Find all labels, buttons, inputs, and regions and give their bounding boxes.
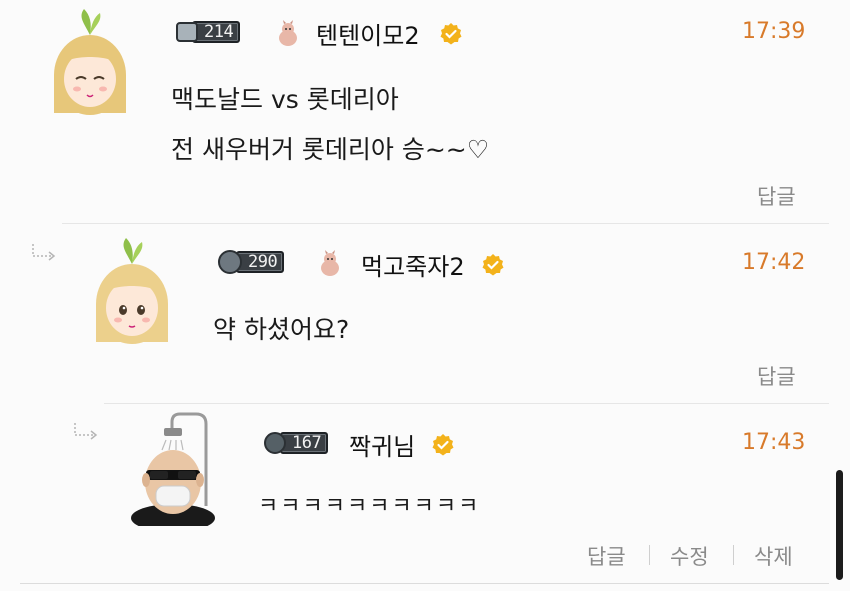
reply-arrow-icon <box>74 423 98 440</box>
reply-button[interactable]: 답글 <box>757 181 796 211</box>
action-separator <box>733 545 734 565</box>
divider <box>62 223 829 224</box>
comment-text-line: ㅋㅋㅋㅋㅋㅋㅋㅋㅋㅋ <box>258 494 481 519</box>
level-badge-icon: 167 <box>264 430 329 456</box>
avatar-shower-man[interactable] <box>128 410 218 526</box>
nickname[interactable]: 텐텐이모2 <box>316 16 420 51</box>
verified-badge-icon <box>432 434 454 456</box>
scrollbar[interactable] <box>836 470 843 580</box>
action-separator <box>649 545 650 565</box>
level-number: 214 <box>204 22 234 42</box>
level-badge-icon: 214 <box>176 19 241 45</box>
level-number: 290 <box>248 252 278 272</box>
comment-text-line: 약 하셨어요? <box>213 315 350 344</box>
divider <box>104 403 829 404</box>
pet-icon <box>279 20 297 46</box>
comment-text-line: 맥도날드 vs 롯데리아 <box>171 85 399 114</box>
avatar-sprout-girl[interactable] <box>92 234 172 346</box>
reply-arrow-icon <box>32 244 56 261</box>
comment-text-line: 전 새우버거 롯데리아 승~~♡ <box>171 135 490 164</box>
level-number: 167 <box>292 433 322 453</box>
verified-badge-icon <box>440 23 462 45</box>
comment-time: 17:39 <box>742 19 806 44</box>
nickname[interactable]: 짝귀님 <box>349 427 415 462</box>
delete-button[interactable]: 삭제 <box>754 541 793 571</box>
comment-time: 17:42 <box>742 250 806 275</box>
pet-icon <box>321 250 339 276</box>
divider <box>20 583 829 584</box>
reply-button[interactable]: 답글 <box>587 541 626 571</box>
edit-button[interactable]: 수정 <box>670 541 709 571</box>
nickname[interactable]: 먹고죽자2 <box>361 247 465 282</box>
reply-button[interactable]: 답글 <box>757 361 796 391</box>
verified-badge-icon <box>482 254 504 276</box>
avatar-sprout-girl[interactable] <box>50 5 130 117</box>
level-badge-icon: 290 <box>218 249 285 275</box>
comment-time: 17:43 <box>742 430 806 455</box>
